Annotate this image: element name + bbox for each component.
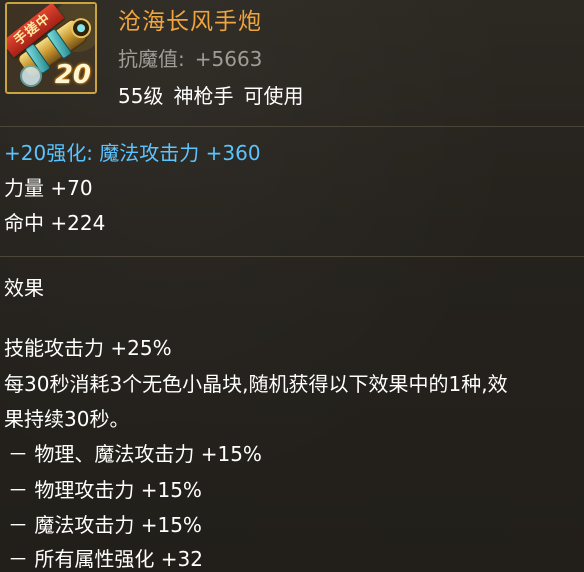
effect-option: － 所有属性强化 +32	[8, 547, 203, 571]
anti-magic-row: 抗魔值: +5663	[118, 43, 262, 72]
enhance-level-badge: 20	[54, 60, 91, 90]
usable-status: 可使用	[243, 84, 304, 108]
effect-line: 果持续30秒。	[4, 407, 130, 431]
requirement-row: 55级 神枪手 可使用	[118, 80, 313, 109]
stats-divider	[0, 256, 584, 257]
level-requirement: 55级	[118, 84, 164, 108]
effect-option: － 物理攻击力 +15%	[8, 478, 202, 502]
effect-line: 每30秒消耗3个无色小晶块,随机获得以下效果中的1种,效	[4, 372, 508, 396]
item-tooltip: 手搓中 20 沧海长风手炮 抗魔值: +5663 55级 神枪手 可使用 +20强化:…	[0, 0, 584, 572]
class-requirement: 神枪手	[173, 84, 234, 108]
tooltip-header: 手搓中 20 沧海长风手炮 抗魔值: +5663 55级 神枪手 可使用	[0, 0, 584, 112]
effect-option: － 魔法攻击力 +15%	[8, 513, 202, 537]
effect-line: 技能攻击力 +25%	[4, 336, 172, 360]
header-divider	[0, 126, 584, 127]
anti-magic-label: 抗魔值:	[118, 47, 185, 71]
effect-option: － 物理、魔法攻击力 +15%	[8, 442, 262, 466]
hand-cannon-icon[interactable]: 手搓中 20	[5, 2, 97, 94]
reinforce-stat: +20强化: 魔法攻击力 +360	[4, 141, 261, 165]
hit-stat: 命中 +224	[4, 211, 106, 235]
item-name: 沧海长风手炮	[118, 9, 262, 35]
anti-magic-value: +5663	[194, 47, 263, 71]
strength-stat: 力量 +70	[4, 176, 93, 200]
effect-title: 效果	[4, 276, 44, 300]
